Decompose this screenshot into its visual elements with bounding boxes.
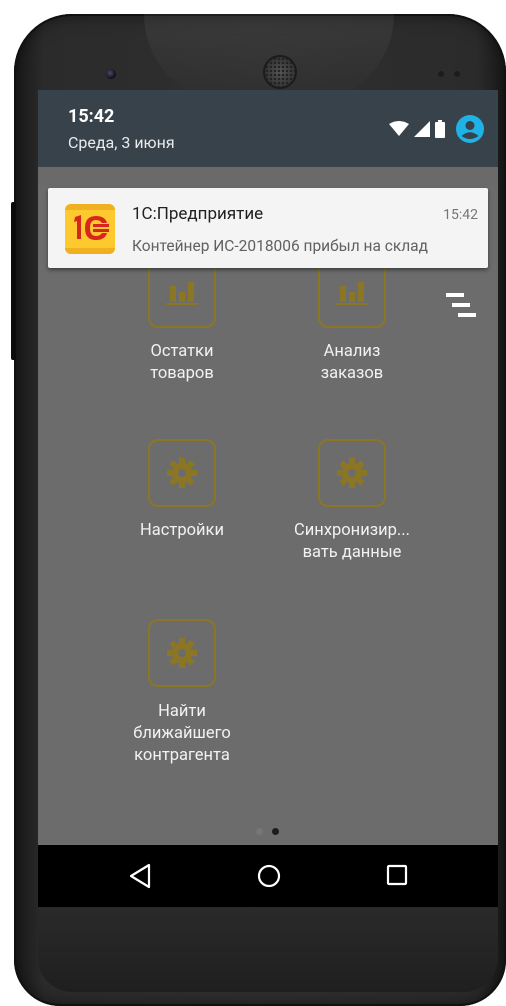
1c-logo-mark: [74, 215, 109, 240]
gear-icon: [167, 458, 197, 488]
status-date: Среда, 3 июня: [68, 133, 175, 152]
back-icon[interactable]: [128, 863, 152, 889]
logo-stripe-bottom: [65, 248, 115, 254]
pager-dot-1[interactable]: [256, 828, 263, 835]
gear-icon: [337, 458, 367, 488]
app-logo-icon: [65, 204, 115, 254]
notification-time: 15:42: [443, 207, 478, 223]
phone-chin: [38, 907, 498, 992]
user-profile-icon[interactable]: [456, 115, 484, 143]
bar-chart-icon: [166, 282, 198, 305]
tile-orders-label[interactable]: Анализ заказов: [267, 341, 437, 385]
recents-icon[interactable]: [385, 863, 409, 887]
bar-chart-icon: [336, 282, 368, 305]
tile-find-partner-label[interactable]: Найти ближайшего контрагента: [97, 701, 267, 767]
screen: Остатки товаров Анализ заказов Настройки…: [38, 90, 498, 907]
battery-icon: [435, 120, 445, 138]
home-icon[interactable]: [256, 863, 282, 889]
pager-dot-2-active[interactable]: [272, 828, 279, 835]
navigation-bar: [38, 845, 498, 907]
notification-shade-header[interactable]: 15:42 Среда, 3 июня: [38, 90, 498, 167]
logo-stripe-top: [65, 204, 115, 210]
tile-settings-icon[interactable]: [148, 439, 216, 507]
proximity-sensor: [438, 71, 444, 77]
tile-sync-icon[interactable]: [318, 439, 386, 507]
status-time: 15:42: [68, 106, 115, 127]
tile-orders-icon[interactable]: [318, 260, 386, 328]
tile-stock-icon[interactable]: [148, 260, 216, 328]
notification-message: Контейнер ИС-2018006 прибыл на склад: [132, 237, 428, 255]
notification-app-name: 1С:Предприятие: [132, 204, 264, 224]
gear-icon: [167, 638, 197, 668]
earpiece-speaker: [265, 57, 295, 87]
wifi-icon: [389, 121, 409, 136]
cellular-signal-icon: [414, 121, 430, 137]
tile-find-partner-icon[interactable]: [148, 619, 216, 687]
power-button: [11, 202, 16, 360]
tile-sync-label[interactable]: Синхронизир... вать данные: [267, 520, 437, 564]
notification-card[interactable]: 1С:Предприятие 15:42 Контейнер ИС-201800…: [48, 188, 488, 268]
front-camera: [106, 69, 116, 79]
light-sensor: [454, 71, 460, 77]
tile-stock-label[interactable]: Остатки товаров: [97, 341, 267, 385]
status-icons: [389, 115, 484, 143]
list-menu-icon[interactable]: [446, 293, 476, 317]
tile-settings-label[interactable]: Настройки: [97, 520, 267, 542]
